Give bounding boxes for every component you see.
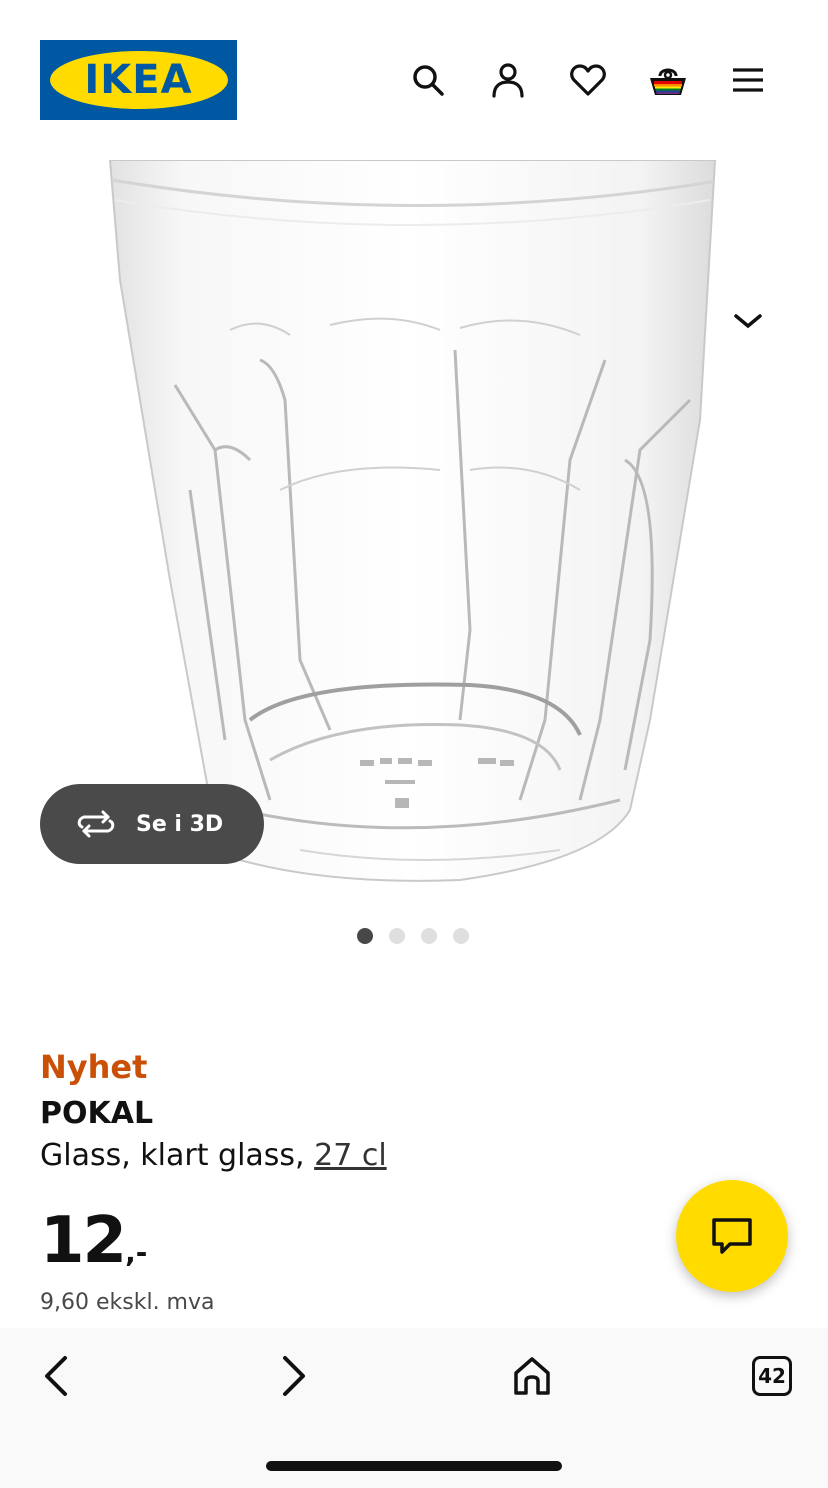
product-price: 12 ,- — [40, 1204, 147, 1278]
product-name: POKAL — [40, 1096, 154, 1131]
gallery-dot[interactable] — [389, 928, 405, 944]
rotate-3d-icon — [77, 810, 115, 838]
product-size-link[interactable]: 27 cl — [314, 1138, 387, 1173]
logo-text: IKEA — [84, 57, 193, 103]
back-icon[interactable] — [32, 1352, 80, 1400]
price-integer: 12 — [40, 1204, 127, 1278]
gallery-dot-active[interactable] — [357, 928, 373, 944]
price-ex-vat: 9,60 ekskl. mva — [40, 1290, 215, 1315]
price-suffix: ,- — [125, 1236, 148, 1269]
new-badge: Nyhet — [40, 1048, 148, 1086]
product-description-text: Glass, klart glass, — [40, 1138, 315, 1173]
tabs-count: 42 — [752, 1356, 792, 1396]
gallery-dot[interactable] — [421, 928, 437, 944]
ikea-logo[interactable]: IKEA — [40, 40, 237, 120]
chat-icon — [712, 1218, 752, 1254]
home-indicator — [266, 1461, 562, 1471]
menu-icon[interactable] — [728, 60, 768, 100]
view-in-3d-label: Se i 3D — [136, 811, 224, 837]
browser-toolbar: 42 — [0, 1328, 828, 1488]
basket-icon[interactable] — [648, 60, 688, 100]
heart-icon[interactable] — [568, 60, 608, 100]
view-in-3d-button[interactable]: Se i 3D — [40, 784, 264, 864]
home-icon[interactable] — [508, 1352, 556, 1400]
tabs-button[interactable]: 42 — [748, 1352, 796, 1400]
gallery-dot[interactable] — [453, 928, 469, 944]
site-header: IKEA — [0, 0, 828, 160]
forward-icon[interactable] — [270, 1352, 318, 1400]
gallery-pagination — [357, 928, 469, 944]
user-icon[interactable] — [488, 60, 528, 100]
search-icon[interactable] — [408, 60, 448, 100]
product-description: Glass, klart glass, 27 cl — [40, 1138, 387, 1173]
logo-oval: IKEA — [49, 51, 228, 109]
chat-button[interactable] — [676, 1180, 788, 1292]
chevron-down-icon[interactable] — [730, 310, 766, 334]
